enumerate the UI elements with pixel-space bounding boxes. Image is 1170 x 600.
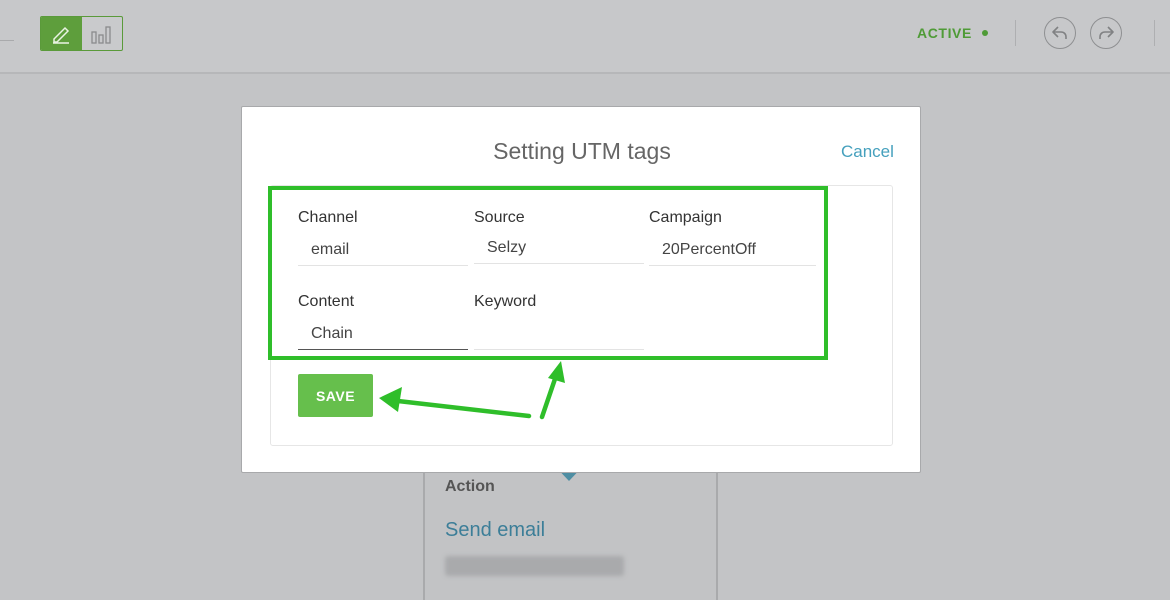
send-email-link[interactable]: Send email [445, 519, 545, 542]
undo-icon [1052, 26, 1067, 39]
status-label: ACTIVE [917, 25, 972, 41]
mode-toggle-group [40, 16, 123, 51]
modal-title: Setting UTM tags [493, 138, 671, 164]
undo-button[interactable] [1044, 17, 1076, 49]
redo-icon [1099, 26, 1114, 39]
utm-tags-modal: Setting UTM tags Cancel Channel Source C… [241, 106, 921, 473]
statistics-bars-icon [91, 25, 111, 44]
toolbar-divider-left [0, 40, 14, 41]
edit-mode-button[interactable] [41, 17, 82, 50]
action-node-title: Action [445, 478, 495, 495]
redo-button[interactable] [1090, 17, 1122, 49]
edit-pencil-icon [53, 26, 70, 44]
statistics-mode-button[interactable] [82, 17, 123, 50]
save-button[interactable]: SAVE [298, 374, 373, 417]
campaign-status: ACTIVE [917, 25, 988, 41]
toolbar-divider-right [1154, 20, 1155, 46]
annotation-highlight-box [268, 186, 828, 360]
blurred-email-subject [445, 556, 624, 576]
cancel-button[interactable]: Cancel [841, 142, 894, 162]
toolbar-divider [1015, 20, 1016, 46]
status-dot-icon [981, 30, 988, 36]
top-toolbar: ACTIVE [0, 0, 1170, 74]
